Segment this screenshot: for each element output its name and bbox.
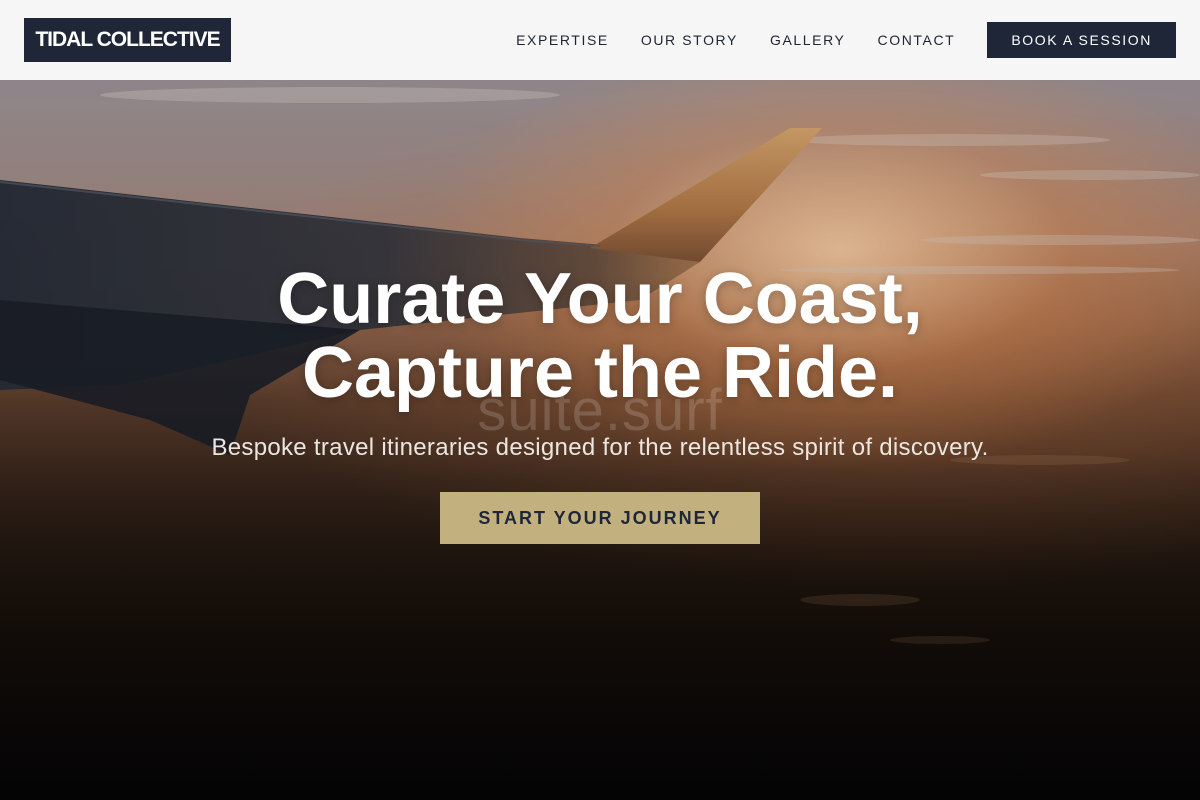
hero-title: Curate Your Coast, Capture the Ride. — [0, 262, 1200, 410]
nav-link-contact[interactable]: CONTACT — [878, 32, 956, 48]
hero-title-line-1: Curate Your Coast, — [277, 259, 923, 339]
logo[interactable]: TIDAL COLLECTIVE — [24, 18, 231, 62]
nav-link-gallery[interactable]: GALLERY — [770, 32, 846, 48]
nav-link-expertise[interactable]: EXPERTISE — [516, 32, 609, 48]
hero-subtitle: Bespoke travel itineraries designed for … — [211, 434, 989, 461]
hero-section: Curate Your Coast, Capture the Ride. Bes… — [0, 262, 1200, 544]
book-session-button[interactable]: BOOK A SESSION — [987, 22, 1176, 58]
hero-title-line-2: Capture the Ride. — [301, 333, 899, 413]
start-journey-button[interactable]: START YOUR JOURNEY — [440, 492, 760, 544]
site-header: TIDAL COLLECTIVE EXPERTISE OUR STORY GAL… — [0, 0, 1200, 80]
page: TIDAL COLLECTIVE EXPERTISE OUR STORY GAL… — [0, 0, 1200, 800]
main-nav: EXPERTISE OUR STORY GALLERY CONTACT BOOK… — [516, 0, 1200, 80]
nav-link-our-story[interactable]: OUR STORY — [641, 32, 738, 48]
